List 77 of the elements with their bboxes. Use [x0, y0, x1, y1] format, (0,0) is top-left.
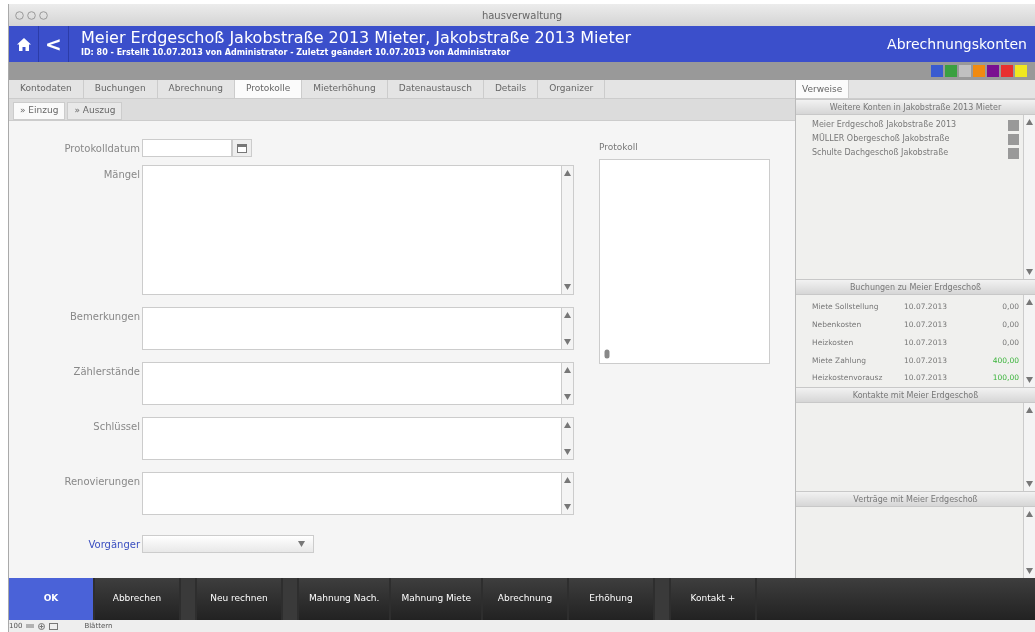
scroll-up-arrow-icon[interactable]	[564, 312, 571, 318]
section-header: Verträge mit Meier Erdgeschoß	[796, 491, 1035, 507]
calendar-icon	[237, 143, 247, 153]
scroll-down-arrow-icon[interactable]	[1026, 377, 1033, 383]
scroll-up-arrow-icon[interactable]	[564, 422, 571, 428]
scrollbar[interactable]	[561, 363, 573, 404]
field-label: Bemerkungen	[69, 310, 141, 324]
scroll-down-arrow-icon[interactable]	[564, 449, 571, 455]
home-icon	[16, 37, 31, 51]
field-label: Renovierungen	[63, 475, 141, 489]
color-swatch[interactable]	[1001, 65, 1013, 77]
action-button[interactable]: Mahnung Miete	[391, 578, 481, 620]
field-label: Mängel	[102, 168, 141, 182]
sidebar-tab[interactable]: Verweise	[796, 80, 850, 98]
action-button[interactable]: Mahnung Nach.	[299, 578, 390, 620]
calendar-button[interactable]	[232, 139, 252, 157]
action-button[interactable]: OK	[9, 578, 93, 620]
scrollbar[interactable]	[1023, 115, 1035, 279]
color-swatch[interactable]	[1015, 65, 1027, 77]
action-button[interactable]: Abrechnung	[483, 578, 567, 620]
scrollbar[interactable]	[1023, 295, 1035, 387]
account-link[interactable]: Meier Erdgeschoß Jakobstraße 2013	[812, 119, 957, 131]
account-marker[interactable]	[1008, 133, 1019, 145]
scroll-down-arrow-icon[interactable]	[298, 541, 305, 547]
section-header: Buchungen zu Meier Erdgeschoß	[796, 279, 1035, 295]
layout-icon[interactable]	[49, 622, 59, 630]
scroll-down-arrow-icon[interactable]	[1026, 269, 1033, 275]
scroll-down-arrow-icon[interactable]	[564, 284, 571, 290]
record-title: Meier Erdgeschoß Jakobstraße 2013 Mieter, Jakobstraße 2013 Mieter	[81, 29, 632, 47]
field-label: Protokolldatum	[63, 142, 141, 156]
tab[interactable]: Protokolle	[235, 80, 303, 98]
scroll-up-arrow-icon[interactable]	[1026, 119, 1033, 125]
account-marker[interactable]	[1008, 119, 1019, 131]
protokoll-label: Protokoll	[599, 141, 639, 154]
field-label[interactable]: Vorgänger	[9, 535, 142, 552]
scrollbar[interactable]	[1023, 507, 1035, 578]
sub-tab[interactable]: » Auszug	[67, 102, 123, 120]
scroll-up-arrow-icon[interactable]	[564, 477, 571, 483]
color-swatch[interactable]	[945, 65, 957, 77]
section-header: Weitere Konten in Jakobstraße 2013 Mieter	[796, 99, 1035, 115]
color-swatch[interactable]	[931, 65, 943, 77]
zoom-in-icon[interactable]	[38, 622, 46, 630]
scroll-up-arrow-icon[interactable]	[1026, 299, 1033, 305]
scroll-up-arrow-icon[interactable]	[1026, 511, 1033, 517]
action-button[interactable]: Erhöhung	[569, 578, 653, 620]
scrollbar[interactable]	[561, 418, 573, 459]
date-field[interactable]	[142, 139, 232, 157]
section-header: Kontakte mit Meier Erdgeschoß	[796, 387, 1035, 403]
account-marker[interactable]	[1008, 147, 1019, 159]
scroll-down-arrow-icon[interactable]	[1026, 568, 1033, 574]
record-info: ID: 80 - Erstellt 10.07.2013 von Administrator - Zuletzt geändert 10.07.2013 von Administrator	[81, 47, 512, 59]
scroll-down-arrow-icon[interactable]	[564, 394, 571, 400]
scrollbar[interactable]	[561, 473, 573, 514]
scroll-down-arrow-icon[interactable]	[1026, 481, 1033, 487]
scroll-down-arrow-icon[interactable]	[564, 339, 571, 345]
account-link[interactable]: Schulte Dachgeschoß Jakobstraße	[812, 147, 949, 159]
action-button[interactable]: Kontakt +	[671, 578, 755, 620]
scrollbar[interactable]	[1023, 403, 1035, 491]
color-swatch[interactable]	[973, 65, 985, 77]
attachment-icon[interactable]	[604, 348, 610, 359]
field-label: Schlüssel	[92, 420, 141, 434]
scrollbar[interactable]	[561, 166, 573, 294]
color-swatch[interactable]	[959, 65, 971, 77]
action-button[interactable]: Neu rechnen	[197, 578, 281, 620]
scroll-up-arrow-icon[interactable]	[564, 367, 571, 373]
scrollbar[interactable]	[561, 308, 573, 349]
color-swatch[interactable]	[987, 65, 999, 77]
action-button[interactable]: Abbrechen	[95, 578, 179, 620]
account-link[interactable]: MÜLLER Obergeschoß Jakobstraße	[812, 133, 950, 145]
scroll-down-arrow-icon[interactable]	[564, 504, 571, 510]
field-label: Zählerstände	[72, 365, 141, 379]
scroll-up-arrow-icon[interactable]	[1026, 407, 1033, 413]
window-title: hausverwaltung	[481, 8, 563, 23]
section-title: Abrechnungskonten	[887, 34, 1028, 54]
zoom-slider-icon[interactable]	[26, 623, 35, 629]
scroll-up-arrow-icon[interactable]	[564, 170, 571, 176]
sub-tab[interactable]: » Einzug	[13, 102, 66, 120]
